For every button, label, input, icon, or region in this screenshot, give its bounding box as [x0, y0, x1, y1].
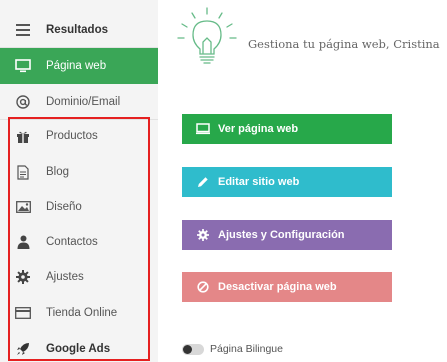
toggle-knob	[183, 344, 192, 354]
sidebar-item-tienda-online[interactable]: Tienda Online	[0, 295, 158, 331]
sidebar-item-dominio-email[interactable]: Dominio/Email	[0, 84, 158, 120]
sidebar-item-label: Resultados	[46, 23, 108, 36]
sidebar-item-resultados[interactable]: Resultados	[0, 12, 158, 48]
sidebar-item-label: Página web	[46, 60, 107, 72]
button-label: Ajustes y Configuración	[218, 229, 345, 241]
toggle-label: Página Bilingue	[210, 343, 283, 355]
sidebar-item-label: Dominio/Email	[46, 95, 121, 108]
sidebar-item-label: Google Ads	[46, 343, 111, 355]
sidebar-item-label: Blog	[46, 166, 70, 178]
ban-icon	[196, 281, 210, 293]
deactivate-website-button[interactable]: Desactivar página web	[182, 272, 392, 302]
sidebar-item-pagina-web[interactable]: Página web	[0, 48, 158, 84]
rocket-icon	[10, 342, 36, 356]
sidebar-item-label: Contactos	[46, 236, 98, 248]
lightbulb-icon	[172, 6, 242, 73]
button-label: Ver página web	[218, 123, 299, 135]
at-icon	[10, 94, 36, 109]
pencil-icon	[196, 176, 210, 188]
sidebar: Resultados Página web Dominio/Email Prod…	[0, 0, 158, 362]
sidebar-item-label: Ajustes	[46, 271, 84, 283]
sidebar-item-label: Tienda Online	[46, 307, 118, 319]
sidebar-item-ajustes[interactable]: Ajustes	[0, 259, 158, 295]
gift-icon	[10, 129, 36, 143]
monitor-icon	[196, 123, 210, 135]
sidebar-item-diseno[interactable]: Diseño	[0, 189, 158, 225]
gear-icon	[10, 270, 36, 284]
greeting-text: Gestiona tu página web, Cristina	[248, 37, 440, 51]
sidebar-item-contactos[interactable]: Contactos	[0, 224, 158, 260]
main-panel: Gestiona tu página web, Cristina Ver pág…	[158, 0, 447, 362]
person-icon	[10, 235, 36, 249]
view-website-button[interactable]: Ver página web	[182, 114, 392, 144]
monitor-icon	[10, 59, 36, 73]
sidebar-item-google-ads[interactable]: Google Ads	[0, 331, 158, 362]
settings-button[interactable]: Ajustes y Configuración	[182, 220, 392, 250]
edit-website-button[interactable]: Editar sitio web	[182, 167, 392, 197]
bilingual-toggle[interactable]	[182, 343, 204, 355]
sidebar-item-blog[interactable]: Blog	[0, 154, 158, 190]
button-label: Editar sitio web	[218, 176, 300, 188]
sidebar-item-label: Productos	[46, 130, 98, 142]
button-label: Desactivar página web	[218, 281, 337, 293]
bilingual-toggle-row: Página Bilingue	[182, 343, 283, 355]
gear-icon	[196, 229, 210, 241]
hamburger-icon	[10, 23, 36, 36]
sidebar-item-label: Diseño	[46, 201, 82, 213]
card-icon	[10, 307, 36, 319]
sidebar-item-productos[interactable]: Productos	[0, 118, 158, 154]
document-icon	[10, 164, 36, 180]
image-icon	[10, 201, 36, 213]
